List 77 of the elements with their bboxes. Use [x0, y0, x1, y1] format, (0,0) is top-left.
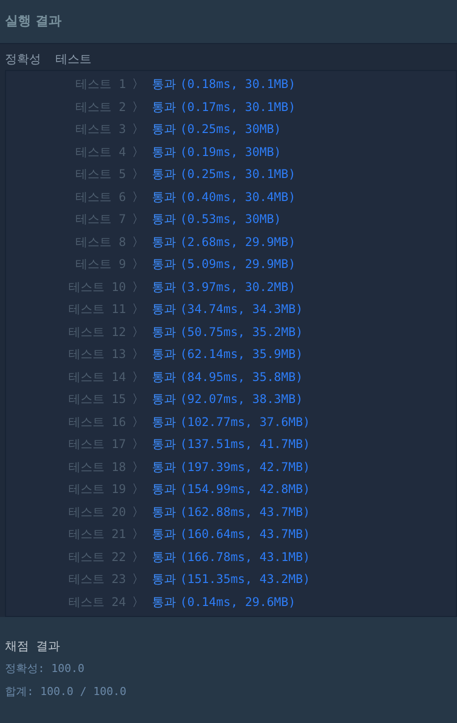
test-result: (166.78ms, 43.1MB): [180, 548, 310, 566]
test-result: (0.25ms, 30.1MB): [180, 166, 296, 184]
score-line: 합계: 100.0 / 100.0: [5, 684, 128, 700]
pass-status: 통과: [152, 211, 176, 228]
section-title: 정확성 테스트: [5, 51, 92, 68]
chevron-icon: 〉: [132, 525, 144, 544]
test-result: (102.77ms, 37.6MB): [180, 414, 310, 431]
pass-status: 통과: [152, 76, 176, 94]
pass-status: 통과: [152, 234, 176, 251]
test-result: (0.18ms, 30.1MB): [180, 76, 296, 94]
test-result: (197.39ms, 42.7MB): [180, 458, 310, 476]
pass-status: 통과: [152, 368, 176, 386]
chevron-icon: 〉: [132, 142, 144, 161]
chevron-icon: 〉: [132, 98, 144, 116]
test-result: (0.19ms, 30MB): [180, 144, 282, 161]
test-result: (137.51ms, 41.7MB): [180, 436, 310, 454]
test-result: (151.35ms, 43.2MB): [180, 571, 310, 588]
pass-status: 통과: [152, 324, 176, 341]
pass-status: 통과: [152, 346, 176, 364]
chevron-icon: 〉: [132, 390, 144, 408]
summary-title: 채점 결과: [5, 638, 62, 655]
chevron-icon: 〉: [132, 368, 144, 386]
chevron-icon: 〉: [132, 188, 144, 206]
pass-status: 통과: [152, 526, 176, 544]
pass-status: 통과: [152, 436, 176, 454]
test-result: (3.97ms, 30.2MB): [180, 278, 296, 296]
chevron-icon: 〉: [132, 232, 144, 251]
chevron-icon: 〉: [132, 502, 144, 521]
pass-status: 통과: [152, 458, 176, 476]
chevron-icon: 〉: [132, 278, 144, 296]
test-result: (50.75ms, 35.2MB): [180, 324, 303, 341]
pass-status: 통과: [152, 504, 176, 521]
pass-status: 통과: [152, 391, 176, 408]
chevron-icon: 〉: [132, 548, 144, 566]
test-result: (0.17ms, 30.1MB): [180, 98, 296, 116]
chevron-icon: 〉: [132, 458, 144, 476]
chevron-icon: 〉: [132, 412, 144, 431]
chevron-icon: 〉: [132, 255, 144, 274]
pass-status: 통과: [152, 414, 176, 431]
chevron-icon: 〉: [132, 592, 144, 611]
pass-status: 통과: [152, 256, 176, 274]
pass-status: 통과: [152, 144, 176, 161]
chevron-icon: 〉: [132, 120, 144, 138]
test-result: (154.99ms, 42.8MB): [180, 481, 310, 498]
pass-status: 통과: [152, 166, 176, 184]
pass-status: 통과: [152, 481, 176, 498]
score-line: 정확성: 100.0: [5, 661, 86, 677]
pass-status: 통과: [152, 571, 176, 588]
test-result: (162.88ms, 43.7MB): [180, 504, 310, 521]
pass-status: 통과: [152, 121, 176, 138]
test-result: (84.95ms, 35.8MB): [180, 368, 303, 386]
chevron-icon: 〉: [132, 345, 144, 364]
chevron-icon: 〉: [132, 480, 144, 498]
chevron-icon: 〉: [132, 210, 144, 228]
chevron-icon: 〉: [132, 570, 144, 588]
panel-title: 실행 결과: [5, 12, 62, 31]
chevron-icon: 〉: [132, 322, 144, 341]
pass-status: 통과: [152, 188, 176, 206]
pass-status: 통과: [152, 278, 176, 296]
test-result: (62.14ms, 35.9MB): [180, 346, 303, 364]
pass-status: 통과: [152, 594, 176, 611]
test-result: (0.53ms, 30MB): [180, 211, 282, 228]
test-result: (160.64ms, 43.7MB): [180, 526, 310, 544]
test-result: (2.68ms, 29.9MB): [180, 234, 296, 251]
chevron-icon: 〉: [132, 435, 144, 454]
test-result: (34.74ms, 34.3MB): [180, 301, 303, 318]
test-result: (0.40ms, 30.4MB): [180, 188, 296, 206]
test-result: (0.25ms, 30MB): [180, 121, 282, 138]
chevron-icon: 〉: [132, 165, 144, 184]
pass-status: 통과: [152, 301, 176, 318]
test-result: (92.07ms, 38.3MB): [180, 391, 303, 408]
chevron-icon: 〉: [132, 75, 144, 94]
test-result: (0.14ms, 29.6MB): [180, 594, 296, 611]
pass-status: 통과: [152, 548, 176, 566]
pass-status: 통과: [152, 98, 176, 116]
test-result: (5.09ms, 29.9MB): [180, 256, 296, 274]
chevron-icon: 〉: [132, 300, 144, 318]
